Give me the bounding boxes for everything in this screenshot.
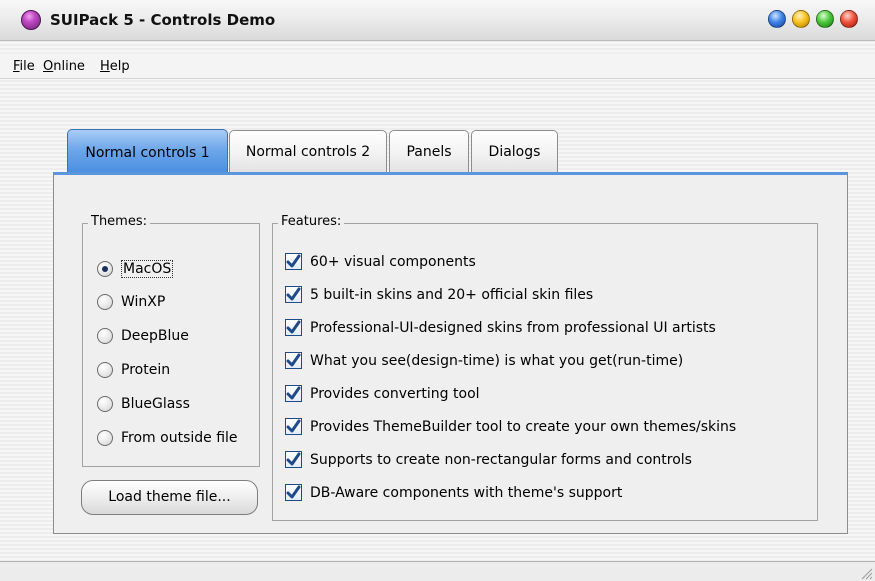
checkbox[interactable]	[285, 253, 302, 270]
check-icon	[286, 320, 301, 334]
check-icon	[286, 452, 301, 466]
check-icon	[286, 287, 301, 301]
radio-label: BlueGlass	[121, 396, 190, 412]
themes-group: Themes: MacOS WinXP DeepBlue Protein Blu…	[82, 214, 260, 467]
checkbox[interactable]	[285, 319, 302, 336]
status-bar	[0, 561, 875, 581]
feature-checkbox-row[interactable]: 60+ visual components	[285, 253, 476, 270]
feature-label: DB-Aware components with theme's support	[310, 484, 623, 501]
check-icon	[286, 353, 301, 367]
checkbox[interactable]	[285, 451, 302, 468]
menu-bar: File Online Help	[0, 54, 875, 79]
radio-button[interactable]	[97, 430, 113, 446]
tab-panel: Themes: MacOS WinXP DeepBlue Protein Blu…	[53, 172, 848, 534]
features-group-label: Features:	[278, 214, 345, 229]
feature-checkbox-row[interactable]: What you see(design-time) is what you ge…	[285, 352, 683, 369]
radio-button[interactable]	[97, 362, 113, 378]
menu-online[interactable]: Online	[43, 59, 85, 74]
checkbox[interactable]	[285, 484, 302, 501]
radio-label: From outside file	[121, 430, 238, 446]
menu-help[interactable]: Help	[100, 59, 130, 74]
radio-macos[interactable]: MacOS	[97, 260, 174, 278]
feature-label: Provides ThemeBuilder tool to create you…	[310, 418, 737, 435]
feature-checkbox-row[interactable]: 5 built-in skins and 20+ official skin f…	[285, 286, 593, 303]
check-icon	[286, 485, 301, 499]
check-icon	[286, 386, 301, 400]
resize-grip-icon[interactable]	[859, 566, 873, 580]
app-icon	[21, 10, 41, 30]
radio-winxp[interactable]: WinXP	[97, 294, 165, 310]
checkbox[interactable]	[285, 385, 302, 402]
feature-checkbox-row[interactable]: Provides converting tool	[285, 385, 480, 402]
tab-panels[interactable]: Panels	[389, 130, 469, 172]
radio-button[interactable]	[97, 261, 113, 277]
menu-file[interactable]: File	[13, 59, 35, 74]
radio-from-outside-file[interactable]: From outside file	[97, 430, 238, 446]
feature-checkbox-row[interactable]: Supports to create non-rectangular forms…	[285, 451, 692, 468]
check-icon	[286, 254, 301, 268]
restore-icon[interactable]	[792, 10, 810, 28]
radio-label: DeepBlue	[121, 328, 189, 344]
feature-label: Provides converting tool	[310, 385, 480, 402]
radio-blueglass[interactable]: BlueGlass	[97, 396, 190, 412]
features-group: Features: 60+ visual components 5 built-i…	[272, 214, 818, 521]
checkbox[interactable]	[285, 286, 302, 303]
radio-button[interactable]	[97, 396, 113, 412]
tab-dialogs[interactable]: Dialogs	[471, 130, 558, 172]
load-theme-file-button[interactable]: Load theme file...	[81, 480, 258, 515]
radio-deepblue[interactable]: DeepBlue	[97, 328, 189, 344]
close-icon[interactable]	[840, 10, 858, 28]
tab-normal-controls-2[interactable]: Normal controls 2	[229, 130, 387, 172]
check-icon	[286, 419, 301, 433]
window-title: SUIPack 5 - Controls Demo	[50, 11, 276, 29]
maximize-icon[interactable]	[816, 10, 834, 28]
feature-label: What you see(design-time) is what you ge…	[310, 352, 684, 369]
radio-protein[interactable]: Protein	[97, 362, 170, 378]
feature-label: Professional-UI-designed skins from prof…	[310, 319, 716, 336]
checkbox[interactable]	[285, 352, 302, 369]
minimize-icon[interactable]	[768, 10, 786, 28]
feature-checkbox-row[interactable]: Provides ThemeBuilder tool to create you…	[285, 418, 736, 435]
title-bar[interactable]: SUIPack 5 - Controls Demo	[0, 0, 875, 41]
tab-normal-controls-1[interactable]: Normal controls 1	[67, 129, 228, 173]
radio-label: WinXP	[121, 294, 166, 310]
feature-label: 5 built-in skins and 20+ official skin f…	[310, 286, 594, 303]
radio-label: MacOS	[121, 260, 174, 278]
checkbox[interactable]	[285, 418, 302, 435]
feature-label: 60+ visual components	[310, 253, 476, 270]
radio-button[interactable]	[97, 328, 113, 344]
app-window: SUIPack 5 - Controls Demo File Online He…	[0, 0, 875, 581]
feature-label: Supports to create non-rectangular forms…	[310, 451, 692, 468]
radio-label: Protein	[121, 362, 171, 378]
themes-group-label: Themes:	[88, 214, 150, 229]
radio-button[interactable]	[97, 294, 113, 310]
feature-checkbox-row[interactable]: Professional-UI-designed skins from prof…	[285, 319, 716, 336]
feature-checkbox-row[interactable]: DB-Aware components with theme's support	[285, 484, 622, 501]
